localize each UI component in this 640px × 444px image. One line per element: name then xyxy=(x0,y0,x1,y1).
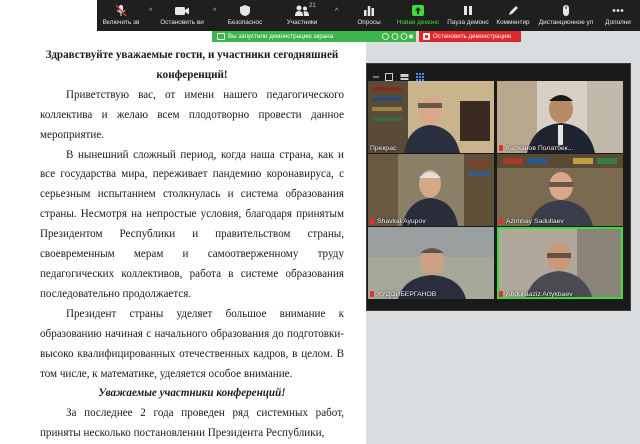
sharing-status-bar: Вы запустили демонстрацию экрана xyxy=(212,31,416,42)
annotate-icon xyxy=(509,6,518,15)
muted-mic-icon xyxy=(370,218,374,224)
stop-share-button[interactable]: Остановить демонстрацию xyxy=(419,31,521,42)
toolbar-label: Включить зв xyxy=(102,19,140,26)
toolbar-label: Безопаснос xyxy=(227,19,263,26)
participant-name: Калханов Полатбек... xyxy=(499,145,573,152)
meeting-toolbar: Включить зв ^ Остановить ви ^ Безопаснос… xyxy=(97,0,640,31)
video-tile[interactable]: Прекрас xyxy=(368,81,494,153)
toolbar-label: Новая демонс xyxy=(396,19,440,26)
chevron-up-icon[interactable]: ^ xyxy=(209,2,217,30)
video-tile[interactable]: Калханов Полатбек... xyxy=(497,81,623,153)
participant-video xyxy=(368,154,494,226)
video-tile[interactable]: Azimbay Sadullaev xyxy=(497,154,623,226)
share-bar-controls[interactable] xyxy=(382,33,414,40)
shared-document: Здравствуйте уважаемые гости, и участник… xyxy=(0,0,366,444)
document-paragraph: В нынешний сложный период, когда наша ст… xyxy=(40,148,344,300)
video-tile[interactable]: ХУДОЙБЕРГАНОВ xyxy=(368,227,494,299)
unmute-button[interactable]: Включить зв xyxy=(99,2,143,30)
stop-video-button[interactable]: Остановить ви xyxy=(157,2,207,30)
annotate-button[interactable]: Комментир xyxy=(493,2,533,30)
video-icon xyxy=(175,7,189,15)
gallery-header xyxy=(367,64,630,81)
more-button[interactable]: Дополни xyxy=(599,2,637,30)
video-gallery: Прекрас Калханов Полатбек... Shavkat Ayu… xyxy=(366,63,631,311)
share-status-icon xyxy=(217,33,225,40)
muted-mic-icon xyxy=(499,218,503,224)
toolbar-label: Пауза демонс xyxy=(447,19,489,26)
participant-name: Прекрас xyxy=(370,145,397,152)
participants-button[interactable]: 21 Участники xyxy=(277,2,327,30)
participant-video xyxy=(497,227,623,299)
video-tile-active-speaker[interactable]: Abdullaaziz Artykbaev xyxy=(497,227,623,299)
chevron-up-icon[interactable]: ^ xyxy=(331,2,339,30)
toolbar-label: Участники xyxy=(286,19,318,26)
new-share-button[interactable]: Новая демонс xyxy=(395,2,441,30)
document-paragraph: За последнее 2 года проведен ряд системн… xyxy=(40,407,344,440)
video-tile[interactable]: Shavkat Ayupov xyxy=(368,154,494,226)
toolbar-label: Комментир xyxy=(496,19,530,26)
stop-icon xyxy=(423,33,430,40)
document-paragraph: Президент страны уделяет большое внимани… xyxy=(40,307,344,380)
participant-video xyxy=(368,227,494,299)
participant-name: Azimbay Sadullaev xyxy=(499,218,564,225)
remote-control-button[interactable]: Дистанционное уп xyxy=(537,2,595,30)
polls-icon xyxy=(364,6,374,16)
participant-count: 21 xyxy=(309,3,316,9)
muted-mic-icon xyxy=(499,145,503,151)
more-icon xyxy=(612,9,624,12)
pause-share-button[interactable]: Пауза демонс xyxy=(445,2,491,30)
mic-muted-icon xyxy=(115,4,127,17)
muted-mic-icon xyxy=(370,291,374,297)
remote-control-icon xyxy=(563,5,569,16)
document-paragraph: Приветствую вас, от имени нашего педагог… xyxy=(40,88,344,141)
polls-button[interactable]: Опросы xyxy=(347,2,391,30)
shield-icon xyxy=(240,5,250,16)
document-title: Здравствуйте уважаемые гости, и участник… xyxy=(45,49,339,81)
pause-icon xyxy=(464,6,472,15)
participant-name: Abdullaaziz Artykbaev xyxy=(499,291,573,298)
toolbar-label: Остановить ви xyxy=(160,19,204,26)
muted-mic-icon xyxy=(499,291,503,297)
participant-video xyxy=(368,81,494,153)
toolbar-label: Опросы xyxy=(357,19,381,26)
stop-share-label: Остановить демонстрацию xyxy=(433,33,512,40)
document-address: Уважаемые участники конференций! xyxy=(98,387,286,400)
share-screen-icon xyxy=(412,5,424,16)
toolbar-label: Дистанционное уп xyxy=(538,19,594,26)
participant-name: Shavkat Ayupov xyxy=(370,218,426,225)
participants-icon xyxy=(295,5,309,16)
participant-name: ХУДОЙБЕРГАНОВ xyxy=(370,291,436,298)
sharing-status-text: Вы запустили демонстрацию экрана xyxy=(228,33,334,40)
document-body: Здравствуйте уважаемые гости, и участник… xyxy=(40,46,344,444)
participant-video xyxy=(497,154,623,226)
participant-video xyxy=(497,81,623,153)
security-button[interactable]: Безопаснос xyxy=(221,2,269,30)
chevron-up-icon[interactable]: ^ xyxy=(145,2,153,30)
toolbar-label: Дополни xyxy=(605,19,631,26)
